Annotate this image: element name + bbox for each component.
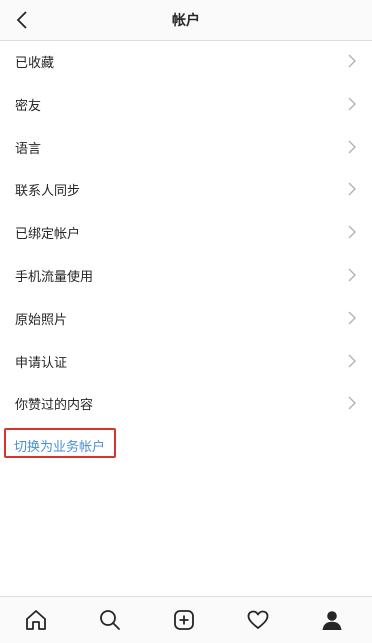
home-icon — [26, 610, 46, 630]
settings-row-linked-accounts[interactable]: 已绑定帐户 — [0, 211, 372, 254]
add-post-icon — [174, 610, 194, 630]
tab-profile[interactable] — [317, 605, 347, 635]
settings-row-request-verification[interactable]: 申请认证 — [0, 340, 372, 383]
settings-row-original-photos[interactable]: 原始照片 — [0, 297, 372, 340]
settings-row-language[interactable]: 语言 — [0, 126, 372, 169]
row-label: 已绑定帐户 — [15, 227, 81, 243]
row-label: 语言 — [15, 141, 42, 157]
row-label: 联系人同步 — [15, 184, 81, 200]
row-label: 申请认证 — [15, 355, 68, 371]
chevron-right-icon — [348, 182, 356, 196]
chevron-right-icon — [348, 311, 356, 325]
tab-home[interactable] — [21, 605, 51, 635]
switch-to-business-account-link[interactable]: 切换为业务帐户 — [4, 428, 116, 458]
row-label: 原始照片 — [15, 312, 68, 328]
row-label: 已收藏 — [15, 56, 55, 71]
row-label: 你赞过的内容 — [15, 398, 94, 414]
page-title: 帐户 — [172, 13, 200, 29]
chevron-right-icon — [348, 396, 356, 410]
tab-search[interactable] — [95, 605, 125, 635]
search-icon — [100, 610, 120, 630]
top-nav-bar: 帐户 — [0, 0, 372, 41]
row-label: 密友 — [15, 98, 42, 114]
switch-account-label: 切换为业务帐户 — [14, 440, 106, 455]
chevron-right-icon — [348, 354, 356, 368]
settings-row-liked-posts[interactable]: 你赞过的内容 — [0, 382, 372, 425]
chevron-right-icon — [348, 54, 356, 68]
settings-row-cellular-data[interactable]: 手机流量使用 — [0, 254, 372, 297]
tab-new-post[interactable] — [169, 605, 199, 635]
settings-row-contacts-sync[interactable]: 联系人同步 — [0, 168, 372, 211]
row-label: 手机流量使用 — [15, 269, 94, 285]
chevron-right-icon — [348, 140, 356, 154]
heart-icon — [247, 610, 269, 629]
bottom-tab-bar — [0, 596, 372, 643]
tab-activity[interactable] — [243, 605, 273, 635]
chevron-right-icon — [348, 97, 356, 111]
chevron-right-icon — [348, 268, 356, 282]
settings-row-close-friends[interactable]: 密友 — [0, 83, 372, 126]
account-settings-list: 已收藏 密友 语言 联系人同步 已绑定帐户 手机流量使用 原始照片 申请认证 你… — [0, 40, 372, 425]
profile-icon — [322, 611, 342, 630]
chevron-right-icon — [348, 225, 356, 239]
settings-row-saved[interactable]: 已收藏 — [0, 40, 372, 83]
